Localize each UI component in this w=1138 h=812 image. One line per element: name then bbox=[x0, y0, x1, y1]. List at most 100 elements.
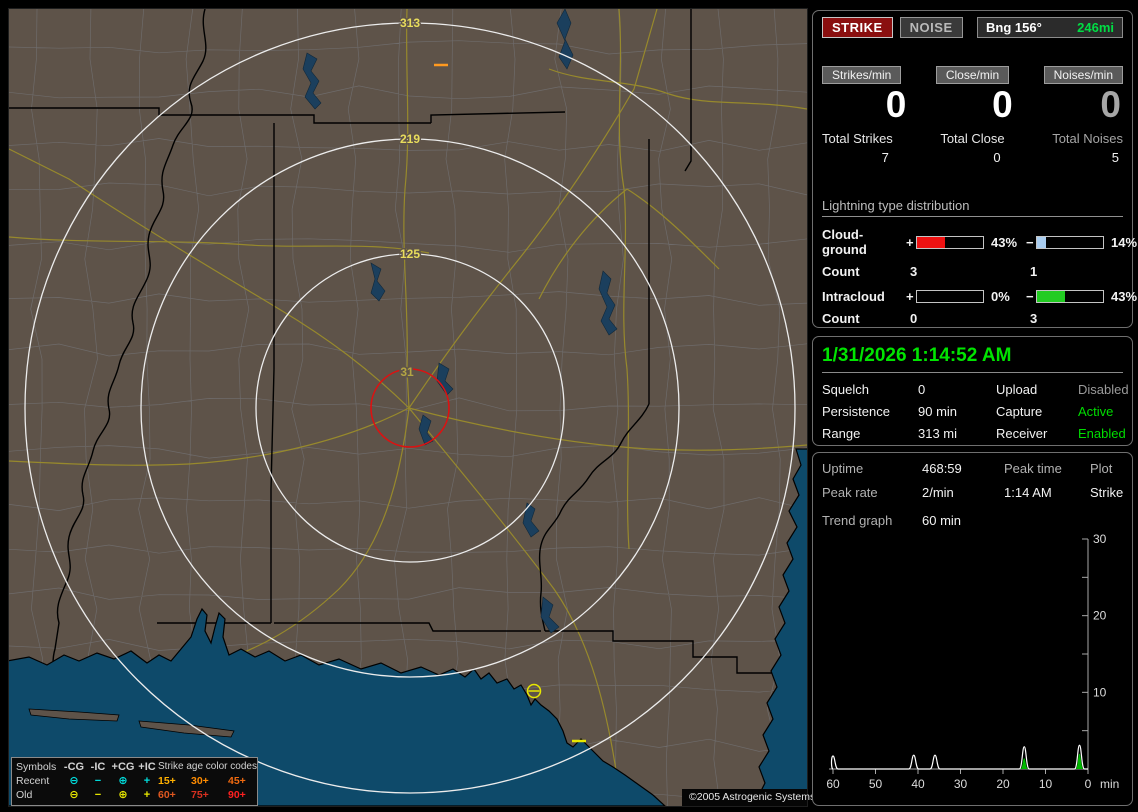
persistence-label: Persistence bbox=[822, 404, 890, 419]
noises-per-min-button[interactable]: Noises/min bbox=[1043, 66, 1123, 84]
ring-label-125: 125 bbox=[400, 247, 420, 261]
legend-neg-ic-label: -IC bbox=[90, 761, 106, 773]
cg-minus-bar bbox=[1036, 235, 1104, 249]
cg-count-label: Count bbox=[822, 264, 860, 279]
pos-cg-recent-icon: ⊕ bbox=[118, 775, 128, 787]
bearing-distance: 246mi bbox=[1077, 20, 1114, 35]
cg-plus-pct: 43% bbox=[991, 234, 1018, 250]
legend-pos-cg-label: +CG bbox=[111, 761, 135, 773]
svg-text:min: min bbox=[1100, 777, 1119, 791]
mode-button-row: STRIKE NOISE Bng 156° 246mi bbox=[822, 17, 1123, 38]
ic-minus-count: 3 bbox=[1030, 311, 1038, 326]
total-strikes-label: Total Strikes bbox=[822, 131, 893, 146]
map-canvas: 313 219 125 31 bbox=[9, 9, 807, 806]
cg-minus-pct: 14% bbox=[1111, 234, 1138, 250]
settings-grid: Squelch 0 Upload Disabled Persistence 90… bbox=[822, 382, 1129, 441]
legend-old-label: Old bbox=[16, 789, 33, 801]
age-30-label: 30+ bbox=[191, 775, 209, 787]
pos-ic-old-icon: + bbox=[143, 789, 151, 801]
rate-counter-values: 0 0 0 bbox=[822, 85, 1123, 125]
age-90-label: 90+ bbox=[228, 789, 246, 801]
lightning-map[interactable]: 313 219 125 31 Symbols -CG -IC +CG +IC S… bbox=[8, 8, 815, 807]
upload-label: Upload bbox=[996, 382, 1038, 397]
trend-graph-label: Trend graph bbox=[822, 513, 893, 528]
settings-box: 1/31/2026 1:14:52 AM Squelch 0 Upload Di… bbox=[812, 336, 1133, 446]
strikes-per-min-value: 0 bbox=[885, 84, 907, 125]
noises-per-min-value: 0 bbox=[1100, 84, 1121, 125]
legend-age-codes-label: Strike age color codes bbox=[158, 761, 257, 772]
distribution-title: Lightning type distribution bbox=[822, 198, 1123, 217]
legend-symbols-label: Symbols bbox=[16, 761, 57, 773]
total-close-label: Total Close bbox=[940, 131, 1005, 146]
total-close-value: 0 bbox=[993, 150, 1001, 165]
total-strikes: Total Strikes 7 bbox=[822, 131, 893, 165]
close-per-min-button[interactable]: Close/min bbox=[935, 66, 1010, 84]
svg-text:10: 10 bbox=[1039, 777, 1053, 791]
legend-recent-label: Recent bbox=[16, 775, 50, 787]
age-15-label: 15+ bbox=[158, 775, 176, 787]
plot-label: Plot bbox=[1090, 461, 1113, 476]
cg-plus-bar bbox=[916, 235, 984, 249]
status-panel: STRIKE NOISE Bng 156° 246mi Strikes/min … bbox=[812, 0, 1137, 812]
receiver-label: Receiver bbox=[996, 426, 1048, 441]
nexstorm-window: 313 219 125 31 Symbols -CG -IC +CG +IC S… bbox=[0, 0, 1138, 812]
minus-sign: − bbox=[1026, 289, 1034, 304]
strike-legend: Symbols -CG -IC +CG +IC Strike age color… bbox=[11, 757, 258, 806]
cloud-ground-row: Cloud-ground + 43% − 14% bbox=[822, 227, 1137, 257]
minus-sign: − bbox=[1026, 234, 1034, 250]
ring-label-31: 31 bbox=[400, 365, 414, 379]
svg-text:0: 0 bbox=[1085, 777, 1092, 791]
cg-minus-count: 1 bbox=[1030, 264, 1038, 279]
svg-text:60: 60 bbox=[826, 777, 840, 791]
capture-label: Capture bbox=[996, 404, 1043, 419]
svg-text:30: 30 bbox=[1093, 532, 1107, 546]
trend-graph-value: 60 min bbox=[922, 513, 962, 528]
trend-graph-row: Trend graph 60 min bbox=[822, 513, 1123, 528]
ic-minus-bar-fill bbox=[1037, 291, 1066, 302]
age-45-label: 45+ bbox=[228, 775, 246, 787]
total-noises-value: 5 bbox=[1111, 150, 1119, 165]
strikes-per-min-button[interactable]: Strikes/min bbox=[822, 66, 902, 84]
peak-rate-value: 2/min bbox=[922, 485, 954, 500]
neg-ic-recent-icon: − bbox=[94, 775, 102, 787]
range-value: 313 mi bbox=[918, 426, 958, 441]
legend-row-recent: Recent ⊖ − ⊕ + 15+ 30+ 45+ bbox=[16, 774, 253, 788]
plus-sign: + bbox=[906, 289, 914, 304]
ring-label-313: 313 bbox=[400, 16, 420, 30]
totals-row: Total Strikes 7 Total Close 0 Total Nois… bbox=[822, 131, 1123, 165]
upload-status: Disabled bbox=[1078, 382, 1129, 397]
age-75-label: 75+ bbox=[191, 789, 209, 801]
persistence-value: 90 min bbox=[918, 404, 958, 419]
cloud-ground-label: Cloud-ground bbox=[822, 227, 867, 257]
peak-time-label: Peak time bbox=[1004, 461, 1062, 476]
bearing-label: Bng 156° bbox=[986, 20, 1042, 35]
close-per-min-value: 0 bbox=[992, 84, 1013, 125]
svg-text:20: 20 bbox=[996, 777, 1010, 791]
trend-box: Uptime 468:59 Peak time Plot Peak rate 2… bbox=[812, 452, 1133, 806]
trend-graph: 10 20 30 60 50 40 30 20 10 0 min bbox=[826, 532, 1119, 791]
ic-plus-pct: 0% bbox=[991, 289, 1010, 304]
legend-row-old: Old ⊖ − ⊕ + 60+ 75+ 90+ bbox=[16, 788, 253, 802]
svg-text:40: 40 bbox=[911, 777, 925, 791]
noise-mode-button[interactable]: NOISE bbox=[899, 17, 963, 38]
counters-box: STRIKE NOISE Bng 156° 246mi Strikes/min … bbox=[812, 10, 1137, 328]
cloud-ground-count-row: Count 3 1 bbox=[822, 264, 1123, 279]
intracloud-count-row: Count 0 3 bbox=[822, 311, 1123, 326]
ic-minus-bar bbox=[1036, 290, 1104, 303]
ic-count-label: Count bbox=[822, 311, 860, 326]
peak-time-value: 1:14 AM bbox=[1004, 485, 1052, 500]
squelch-value: 0 bbox=[918, 382, 926, 397]
total-noises-label: Total Noises bbox=[1052, 131, 1123, 146]
plot-value: Strike bbox=[1090, 485, 1124, 500]
intracloud-label: Intracloud bbox=[822, 289, 885, 304]
total-strikes-value: 7 bbox=[881, 150, 889, 165]
rate-counter-labels: Strikes/min Close/min Noises/min bbox=[822, 66, 1123, 84]
age-60-label: 60+ bbox=[158, 789, 176, 801]
pos-cg-old-icon: ⊕ bbox=[118, 789, 128, 801]
strike-mode-button[interactable]: STRIKE bbox=[822, 17, 893, 38]
total-close: Total Close 0 bbox=[940, 131, 1004, 165]
legend-neg-cg-label: -CG bbox=[63, 761, 85, 773]
total-noises: Total Noises 5 bbox=[1052, 131, 1123, 165]
neg-ic-old-icon: − bbox=[94, 789, 102, 801]
cg-plus-bar-fill bbox=[917, 236, 946, 248]
